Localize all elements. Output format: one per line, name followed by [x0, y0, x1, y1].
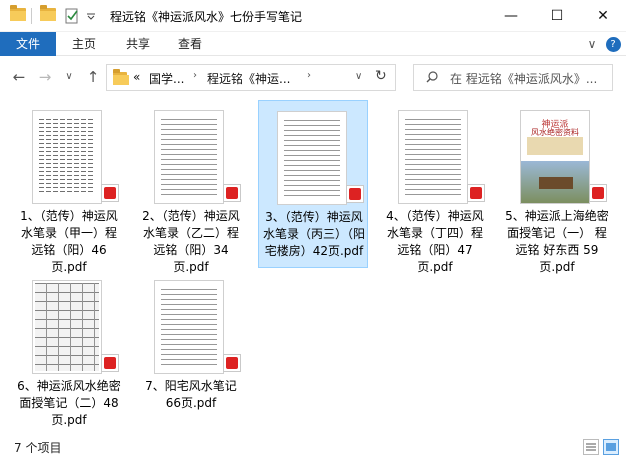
- tab-share[interactable]: 共享: [114, 32, 162, 56]
- help-glyph: ?: [605, 37, 621, 52]
- file-name: 3、（范传）神运风水笔录（丙三）（阳宅楼房）42页.pdf: [262, 210, 365, 258]
- up-button[interactable]: ↑: [84, 68, 102, 86]
- file-list: 1、（范传）神运风水笔录（甲一）程远铭（阳）46页.pdf 2、（范传）神运风水…: [0, 98, 626, 434]
- pdf-thumbnail: [277, 111, 347, 205]
- customize-toolbar-icon[interactable]: [86, 10, 96, 24]
- file-item-selected[interactable]: 3、（范传）神运风水笔录（丙三）（阳宅楼房）42页.pdf: [258, 100, 368, 268]
- pdf-thumbnail: [398, 110, 468, 204]
- properties-icon[interactable]: [64, 8, 80, 27]
- file-item[interactable]: 神运派 风水绝密资料 5、神运派上海绝密面授笔记（一） 程远铭 好东西 59页.…: [502, 100, 612, 274]
- pdf-icon: [101, 184, 119, 202]
- chevron-right-icon: ›: [193, 70, 197, 81]
- back-button[interactable]: ←: [10, 68, 28, 86]
- address-dropdown-button[interactable]: ∨: [355, 71, 362, 82]
- pdf-thumbnail: [154, 280, 224, 374]
- search-icon: [426, 71, 438, 83]
- tab-file[interactable]: 文件: [0, 32, 56, 56]
- forward-button[interactable]: →: [36, 68, 54, 86]
- address-bar[interactable]: « 国学... › 程远铭《神运... › ∨ ↻: [106, 64, 396, 91]
- file-name: 1、（范传）神运风水笔录（甲一）程远铭（阳）46页.pdf: [20, 209, 118, 274]
- quick-access-folder-icon[interactable]: [40, 5, 56, 21]
- file-item[interactable]: 2、（范传）神运风水笔录（乙二）程远铭（阳）34页.pdf: [136, 100, 246, 274]
- file-item[interactable]: 4、（范传）神运风水笔录（丁四）程远铭（阳）47页.pdf: [380, 100, 490, 274]
- ribbon-collapse-icon[interactable]: ∨: [584, 32, 600, 56]
- pdf-icon: [223, 184, 241, 202]
- pdf-icon: [223, 354, 241, 372]
- pdf-icon: [101, 354, 119, 372]
- pdf-thumbnail: 神运派 风水绝密资料: [520, 110, 590, 204]
- pdf-icon: [467, 184, 485, 202]
- file-name: 7、阳宅风水笔记66页.pdf: [145, 379, 237, 410]
- file-name: 2、（范传）神运风水笔录（乙二）程远铭（阳）34页.pdf: [142, 209, 240, 274]
- chevron-right-icon: ›: [307, 70, 311, 81]
- cover-house: [539, 177, 573, 189]
- address-folder-icon: [113, 69, 129, 85]
- pdf-thumbnail: [154, 110, 224, 204]
- folder-icon: [10, 5, 26, 21]
- file-item[interactable]: 1、（范传）神运风水笔录（甲一）程远铭（阳）46页.pdf: [14, 100, 124, 274]
- file-name: 4、（范传）神运风水笔录（丁四）程远铭（阳）47页.pdf: [386, 209, 484, 274]
- large-icons-view-icon[interactable]: [603, 439, 619, 455]
- address-segment-1[interactable]: 国学...: [149, 70, 184, 87]
- address-segment-2[interactable]: 程远铭《神运...: [207, 70, 290, 87]
- ribbon-tabs: 文件 主页 共享 查看 ∨ ?: [0, 32, 626, 56]
- help-icon[interactable]: ?: [604, 32, 622, 56]
- title-separator: [31, 8, 32, 24]
- window-title: 程远铭《神运派风水》七份手写笔记: [110, 10, 303, 24]
- file-name: 5、神运派上海绝密面授笔记（一） 程远铭 好东西 59页.pdf: [505, 209, 609, 274]
- search-input[interactable]: 在 程远铭《神运派风水》...: [450, 70, 610, 87]
- close-button[interactable]: ✕: [580, 0, 626, 32]
- pdf-thumbnail: [32, 280, 102, 374]
- address-overflow[interactable]: «: [133, 70, 140, 84]
- pdf-icon: [589, 184, 607, 202]
- file-item[interactable]: 7、阳宅风水笔记66页.pdf: [136, 270, 246, 438]
- file-item[interactable]: 6、神运派风水绝密面授笔记（二）48页.pdf: [14, 270, 124, 438]
- recent-locations-button[interactable]: ∨: [60, 68, 78, 86]
- maximize-button[interactable]: ☐: [534, 0, 580, 32]
- pdf-thumbnail: [32, 110, 102, 204]
- minimize-button[interactable]: —: [488, 0, 534, 32]
- search-box[interactable]: 在 程远铭《神运派风水》...: [413, 64, 613, 91]
- title-bar: 程远铭《神运派风水》七份手写笔记 — ☐ ✕: [0, 0, 626, 32]
- status-bar: 7 个项目: [0, 434, 626, 460]
- refresh-button[interactable]: ↻: [375, 68, 387, 84]
- tab-home[interactable]: 主页: [60, 32, 108, 56]
- tab-view[interactable]: 查看: [166, 32, 214, 56]
- pdf-icon: [346, 185, 364, 203]
- file-name: 6、神运派风水绝密面授笔记（二）48页.pdf: [17, 379, 121, 427]
- navigation-bar: ← → ∨ ↑ « 国学... › 程远铭《神运... › ∨ ↻ 在 程远铭《…: [0, 56, 626, 98]
- cover-band: [527, 137, 583, 155]
- details-view-icon[interactable]: [583, 439, 599, 455]
- item-count: 7 个项目: [14, 441, 62, 455]
